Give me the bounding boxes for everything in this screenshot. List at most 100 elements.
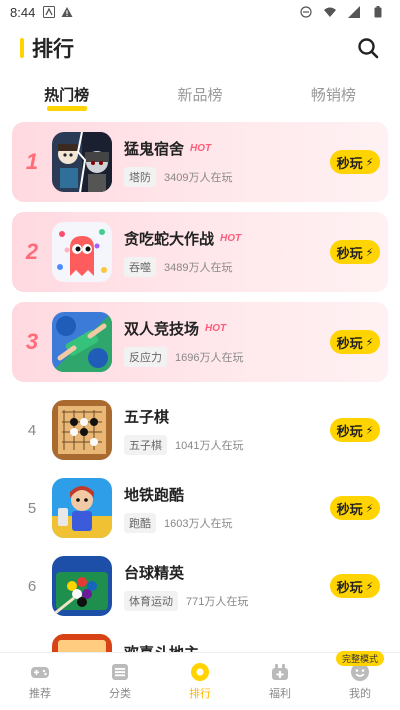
rank-number: 2 (25, 239, 39, 264)
list-item[interactable]: 2 贪吃蛇大作战 HOT 吞噬 3489万人在玩 秒玩 ⚡ (12, 212, 388, 292)
game-tag: 体育运动 (124, 590, 178, 611)
page-header: 排行 (0, 26, 400, 70)
game-meta: 五子棋 1041万人在玩 (124, 434, 330, 455)
notification-a-icon (43, 6, 56, 18)
game-tag: 吞噬 (124, 256, 156, 277)
instant-play-label: 秒玩 (336, 579, 363, 595)
nav-category[interactable]: 分类 (80, 653, 160, 710)
instant-play-button[interactable]: 秒玩 ⚡ (330, 418, 380, 442)
player-count: 3409万人在玩 (164, 171, 233, 184)
list-item[interactable]: 6 台球精英 体育运动 771万人在玩 秒玩 ⚡ (12, 546, 388, 626)
game-name: 猛鬼宿舍 (124, 140, 185, 158)
tab-bestselling[interactable]: 畅销榜 (267, 84, 400, 114)
game-name-line: 双人竞技场 HOT (124, 318, 330, 339)
game-name: 贪吃蛇大作战 (124, 230, 215, 248)
tab-bestselling-label: 畅销榜 (310, 87, 356, 104)
tab-new-label: 新品榜 (177, 87, 223, 104)
ranking-icon (191, 663, 209, 681)
game-meta: 吞噬 3489万人在玩 (124, 256, 330, 277)
warning-icon (61, 7, 73, 17)
gift-icon (272, 664, 288, 680)
page-title: 排行 (32, 38, 74, 61)
game-tag: 反应力 (124, 346, 167, 367)
game-thumbnail-subway-surfers[interactable] (52, 478, 112, 538)
game-name-line: 五子棋 (124, 406, 330, 427)
tab-hot[interactable]: 热门榜 (0, 84, 133, 114)
instant-play-button[interactable]: 秒玩 ⚡ (330, 150, 380, 174)
game-name: 五子棋 (124, 408, 170, 426)
lightning-icon: ⚡ (365, 246, 374, 259)
player-count: 1696万人在玩 (175, 351, 244, 364)
instant-play-button[interactable]: 秒玩 ⚡ (330, 240, 380, 264)
game-meta: 跑酷 1603万人在玩 (124, 512, 330, 533)
rank-number: 4 (27, 421, 37, 439)
game-info: 台球精英 体育运动 771万人在玩 (124, 562, 330, 611)
game-thumbnail-snake[interactable] (52, 222, 112, 282)
tab-new[interactable]: 新品榜 (133, 84, 266, 114)
instant-play-label: 秒玩 (336, 155, 363, 171)
nav-category-label: 分类 (109, 688, 131, 700)
game-name-line: 贪吃蛇大作战 HOT (124, 228, 330, 249)
nav-recommend-label: 推荐 (29, 688, 51, 700)
bottom-navigation: 推荐 分类 排行 福利 完整模式 我的 (0, 651, 400, 710)
list-item[interactable]: 1 猛鬼宿舍 HOT 塔防 3409万人在玩 秒玩 ⚡ (12, 122, 388, 202)
lightning-icon: ⚡ (365, 336, 374, 349)
list-item[interactable]: 5 地铁跑酷 跑酷 1603万人在玩 秒玩 ⚡ (12, 468, 388, 548)
gamepad-icon (31, 667, 49, 678)
rank-number: 6 (27, 577, 37, 595)
game-thumbnail-ghost-dorm[interactable] (52, 132, 112, 192)
rank-number: 1 (25, 149, 39, 174)
game-info: 双人竞技场 HOT 反应力 1696万人在玩 (124, 318, 330, 367)
game-tag: 跑酷 (124, 512, 156, 533)
list-item[interactable]: 4 五子棋 五子棋 1041万人在玩 秒玩 ⚡ (12, 390, 388, 470)
title-accent-bar (20, 38, 24, 58)
nav-recommend[interactable]: 推荐 (0, 653, 80, 710)
search-icon[interactable] (356, 36, 380, 60)
tab-active-underline (46, 106, 87, 111)
instant-play-button[interactable]: 秒玩 ⚡ (330, 496, 380, 520)
game-info: 五子棋 五子棋 1041万人在玩 (124, 406, 330, 455)
hot-badge: HOT (190, 142, 212, 154)
player-count: 771万人在玩 (186, 595, 249, 608)
instant-play-label: 秒玩 (336, 501, 363, 517)
game-info: 贪吃蛇大作战 HOT 吞噬 3489万人在玩 (124, 228, 330, 277)
game-tag: 五子棋 (124, 434, 167, 455)
tab-hot-label: 热门榜 (44, 87, 90, 104)
game-meta: 体育运动 771万人在玩 (124, 590, 330, 611)
full-mode-badge[interactable]: 完整模式 (335, 651, 385, 666)
game-meta: 塔防 3409万人在玩 (124, 166, 330, 187)
signal-icon (348, 6, 360, 18)
instant-play-button[interactable]: 秒玩 ⚡ (330, 330, 380, 354)
nav-profile[interactable]: 完整模式 我的 (320, 651, 400, 710)
game-meta: 反应力 1696万人在玩 (124, 346, 330, 367)
instant-play-button[interactable]: 秒玩 ⚡ (330, 574, 380, 598)
game-name-line: 台球精英 (124, 562, 330, 583)
hot-badge: HOT (220, 232, 242, 244)
game-tag: 塔防 (124, 166, 156, 187)
player-count: 1041万人在玩 (175, 439, 244, 452)
instant-play-label: 秒玩 (336, 245, 363, 261)
battery-icon (374, 6, 382, 18)
game-name: 双人竞技场 (124, 320, 200, 338)
rank-number: 3 (25, 329, 39, 354)
instant-play-label: 秒玩 (336, 335, 363, 351)
game-thumbnail-gomoku[interactable] (52, 400, 112, 460)
status-right (300, 6, 390, 18)
list-item[interactable]: 3 双人竞技场 HOT 反应力 1696万人在玩 秒玩 ⚡ (12, 302, 388, 382)
instant-play-label: 秒玩 (336, 423, 363, 439)
nav-ranking[interactable]: 排行 (160, 653, 240, 710)
game-thumbnail-billiards[interactable] (52, 556, 112, 616)
status-bar: 8:44 (0, 0, 400, 24)
status-time: 8:44 (10, 4, 36, 20)
dnd-icon (300, 6, 312, 18)
game-name-line: 地铁跑酷 (124, 484, 330, 505)
lightning-icon: ⚡ (365, 502, 374, 515)
game-info: 猛鬼宿舍 HOT 塔防 3409万人在玩 (124, 138, 330, 187)
nav-ranking-label: 排行 (189, 688, 211, 700)
hot-badge: HOT (205, 322, 227, 334)
lightning-icon: ⚡ (365, 580, 374, 593)
nav-welfare[interactable]: 福利 (240, 653, 320, 710)
lightning-icon: ⚡ (365, 156, 374, 169)
category-icon (112, 664, 128, 680)
game-thumbnail-duel-arena[interactable] (52, 312, 112, 372)
